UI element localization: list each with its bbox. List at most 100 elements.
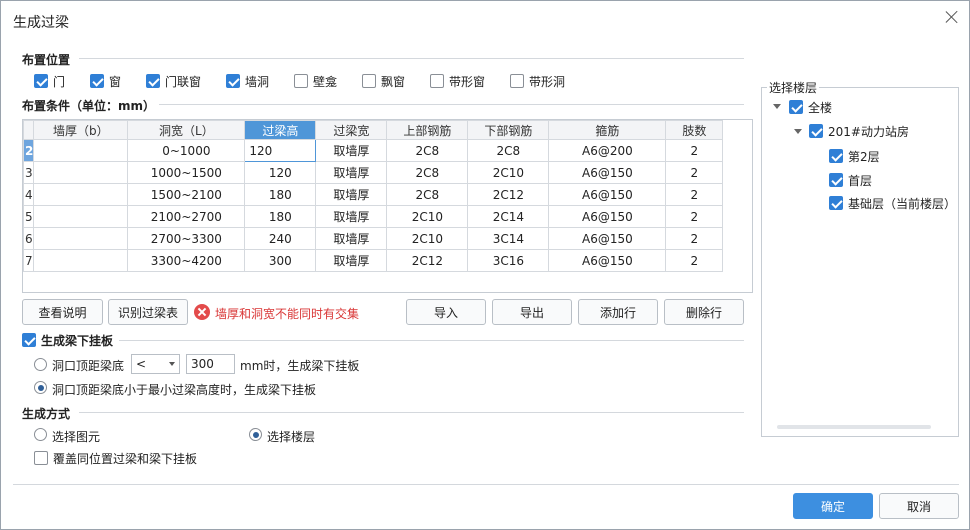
identify-lintel-table-button[interactable]: 识别过梁表: [108, 299, 188, 325]
export-button[interactable]: 导出: [492, 299, 572, 325]
header-lintel-height[interactable]: 过梁高: [244, 120, 317, 140]
header-opening-width[interactable]: 洞宽（L）: [127, 120, 246, 140]
cell-top-rebar[interactable]: 2C8: [386, 139, 469, 162]
row-number[interactable]: 2: [23, 139, 35, 162]
row-number[interactable]: 3: [23, 161, 35, 184]
table-row[interactable]: 5 2100~2700 180 取墙厚 2C10 2C14 A6@150 2: [23, 205, 724, 228]
cell-beam-width[interactable]: 取墙厚: [315, 161, 388, 184]
cell-wall[interactable]: [33, 139, 129, 162]
cell-legs[interactable]: 2: [665, 139, 724, 162]
cell-wall[interactable]: [33, 205, 129, 228]
cell-wall[interactable]: [33, 249, 129, 272]
distance-input[interactable]: 300: [186, 354, 235, 374]
row-number[interactable]: 5: [23, 205, 35, 228]
checkbox-door[interactable]: 门: [34, 73, 65, 89]
cell-height[interactable]: 180: [244, 183, 317, 206]
delete-row-button[interactable]: 删除行: [664, 299, 744, 325]
header-legs[interactable]: 肢数: [665, 120, 724, 140]
checkbox-window[interactable]: 窗: [90, 73, 121, 89]
cell-beam-width[interactable]: 取墙厚: [315, 205, 388, 228]
operator-select[interactable]: <: [131, 354, 180, 374]
cell-width[interactable]: 0~1000: [127, 139, 246, 162]
header-lintel-width[interactable]: 过梁宽: [315, 120, 388, 140]
cell-height[interactable]: 120: [244, 161, 317, 184]
tree-item-building[interactable]: 201#动力站房: [809, 123, 909, 139]
cell-bottom-rebar[interactable]: 2C10: [467, 161, 550, 184]
close-icon[interactable]: [945, 10, 959, 24]
cancel-button[interactable]: 取消: [879, 493, 959, 519]
cell-bottom-rebar[interactable]: 3C16: [467, 249, 550, 272]
cell-top-rebar[interactable]: 2C12: [386, 249, 469, 272]
cell-bottom-rebar[interactable]: 3C14: [467, 227, 550, 250]
checkbox-strip-window[interactable]: 带形窗: [430, 73, 485, 89]
cell-legs[interactable]: 2: [665, 227, 724, 250]
add-row-button[interactable]: 添加行: [578, 299, 658, 325]
cell-top-rebar[interactable]: 2C8: [386, 161, 469, 184]
header-wall-thickness[interactable]: 墙厚（b）: [33, 120, 129, 140]
table-row[interactable]: 6 2700~3300 240 取墙厚 2C10 3C14 A6@150 2: [23, 227, 724, 250]
overwrite-checkbox[interactable]: 覆盖同位置过梁和梁下挂板: [34, 450, 197, 466]
cell-stirrup[interactable]: A6@150: [548, 205, 667, 228]
cell-top-rebar[interactable]: 2C8: [386, 183, 469, 206]
cell-beam-width[interactable]: 取墙厚: [315, 139, 388, 162]
cell-legs[interactable]: 2: [665, 249, 724, 272]
cell-top-rebar[interactable]: 2C10: [386, 227, 469, 250]
header-bottom-rebar[interactable]: 下部钢筋: [467, 120, 550, 140]
tree-item-floor-2[interactable]: 第2层: [829, 148, 880, 164]
cell-bottom-rebar[interactable]: 2C12: [467, 183, 550, 206]
cell-height[interactable]: 240: [244, 227, 317, 250]
expand-icon[interactable]: [794, 129, 802, 134]
cell-top-rebar[interactable]: 2C10: [386, 205, 469, 228]
cell-stirrup[interactable]: A6@150: [548, 161, 667, 184]
ok-button[interactable]: 确定: [793, 493, 873, 519]
cell-width[interactable]: 1000~1500: [127, 161, 246, 184]
cell-legs[interactable]: 2: [665, 161, 724, 184]
radio-min-height-option[interactable]: [34, 381, 47, 394]
cell-width[interactable]: 2700~3300: [127, 227, 246, 250]
tree-item-ground-floor[interactable]: 首层: [829, 172, 872, 188]
table-row[interactable]: 2 0~1000 120 取墙厚 2C8 2C8 A6@200 2: [23, 139, 724, 162]
cell-legs[interactable]: 2: [665, 183, 724, 206]
radio-select-floors[interactable]: [249, 428, 262, 441]
cell-legs[interactable]: 2: [665, 205, 724, 228]
cell-height-editor[interactable]: 120: [244, 139, 317, 162]
row-number[interactable]: 4: [23, 183, 35, 206]
radio-distance-option[interactable]: [34, 358, 47, 371]
expand-icon[interactable]: [773, 104, 781, 109]
cell-wall[interactable]: [33, 183, 129, 206]
cell-wall[interactable]: [33, 161, 129, 184]
cell-beam-width[interactable]: 取墙厚: [315, 227, 388, 250]
cell-bottom-rebar[interactable]: 2C14: [467, 205, 550, 228]
cell-stirrup[interactable]: A6@150: [548, 183, 667, 206]
cell-wall[interactable]: [33, 227, 129, 250]
table-row[interactable]: 7 3300~4200 300 取墙厚 2C12 3C16 A6@150 2: [23, 249, 724, 272]
cell-width[interactable]: 2100~2700: [127, 205, 246, 228]
cell-height[interactable]: 180: [244, 205, 317, 228]
cell-stirrup[interactable]: A6@200: [548, 139, 667, 162]
tree-item-foundation[interactable]: 基础层（当前楼层）: [829, 195, 956, 211]
cell-width[interactable]: 1500~2100: [127, 183, 246, 206]
table-row[interactable]: 4 1500~2100 180 取墙厚 2C8 2C12 A6@150 2: [23, 183, 724, 206]
view-help-button[interactable]: 查看说明: [22, 299, 103, 325]
cell-width[interactable]: 3300~4200: [127, 249, 246, 272]
row-number[interactable]: 7: [23, 249, 35, 272]
tree-item-all[interactable]: 全楼: [789, 99, 832, 115]
generate-hanging-plate-checkbox[interactable]: 生成梁下挂板: [22, 332, 113, 348]
cell-beam-width[interactable]: 取墙厚: [315, 249, 388, 272]
checkbox-door-window[interactable]: 门联窗: [146, 73, 201, 89]
cell-bottom-rebar[interactable]: 2C8: [467, 139, 550, 162]
horizontal-scrollbar[interactable]: [777, 425, 931, 429]
radio-select-elements[interactable]: [34, 428, 47, 441]
cell-height[interactable]: 300: [244, 249, 317, 272]
header-stirrup[interactable]: 箍筋: [548, 120, 667, 140]
row-number[interactable]: 6: [23, 227, 35, 250]
checkbox-bay-window[interactable]: 飘窗: [362, 73, 405, 89]
table-row[interactable]: 3 1000~1500 120 取墙厚 2C8 2C10 A6@150 2: [23, 161, 724, 184]
import-button[interactable]: 导入: [406, 299, 486, 325]
checkbox-strip-opening[interactable]: 带形洞: [510, 73, 565, 89]
cell-stirrup[interactable]: A6@150: [548, 249, 667, 272]
checkbox-wall-opening[interactable]: 墙洞: [226, 73, 269, 89]
cell-stirrup[interactable]: A6@150: [548, 227, 667, 250]
header-top-rebar[interactable]: 上部钢筋: [386, 120, 469, 140]
checkbox-niche[interactable]: 壁龛: [294, 73, 337, 89]
